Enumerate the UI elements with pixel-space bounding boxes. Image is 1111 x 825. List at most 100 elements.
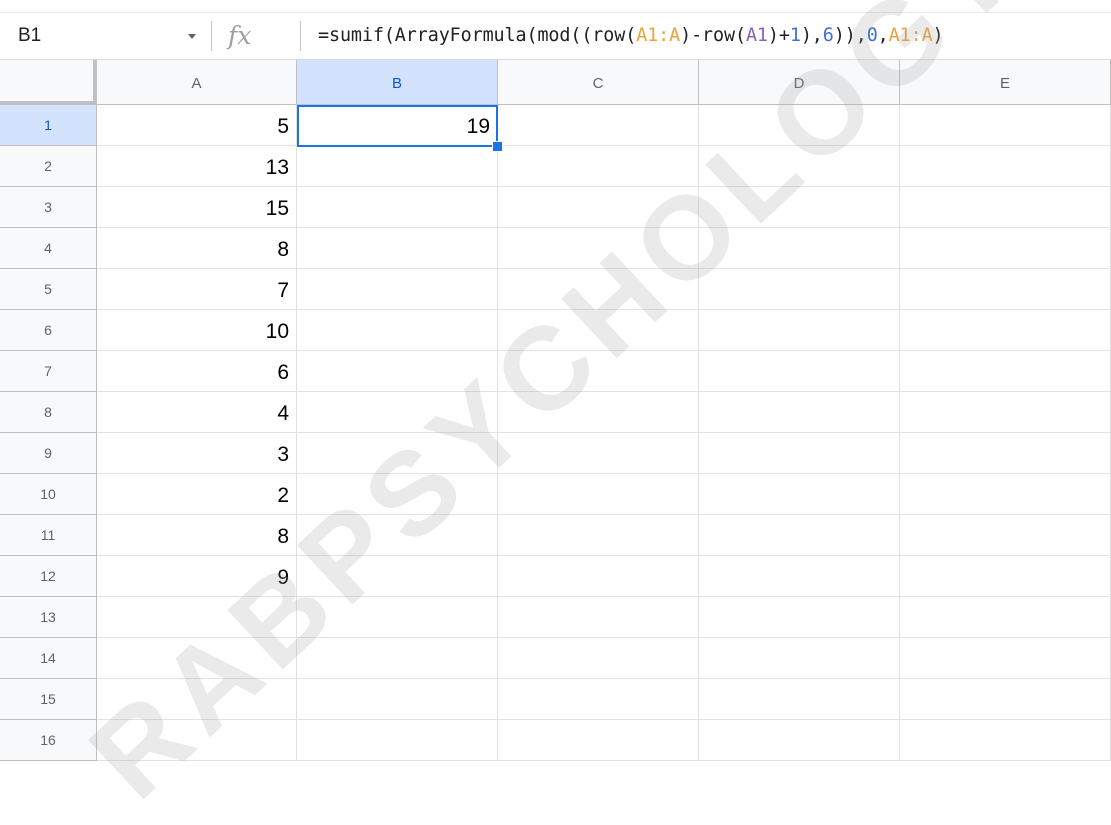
cell-b2[interactable]	[297, 146, 498, 187]
cell-d1[interactable]	[699, 105, 900, 146]
cell-b14[interactable]	[297, 638, 498, 679]
cell-e2[interactable]	[900, 146, 1111, 187]
cell-a10[interactable]: 2	[97, 474, 297, 515]
row-header-6[interactable]: 6	[0, 310, 97, 351]
cell-e14[interactable]	[900, 638, 1111, 679]
cell-d14[interactable]	[699, 638, 900, 679]
cell-d16[interactable]	[699, 720, 900, 761]
cell-c14[interactable]	[498, 638, 699, 679]
cell-d7[interactable]	[699, 351, 900, 392]
name-box[interactable]: B1	[18, 13, 41, 59]
row-header-11[interactable]: 11	[0, 515, 97, 556]
row-header-8[interactable]: 8	[0, 392, 97, 433]
cell-b15[interactable]	[297, 679, 498, 720]
cell-c1[interactable]	[498, 105, 699, 146]
cell-e5[interactable]	[900, 269, 1111, 310]
cell-e4[interactable]	[900, 228, 1111, 269]
cell-a8[interactable]: 4	[97, 392, 297, 433]
cell-e8[interactable]	[900, 392, 1111, 433]
cell-b9[interactable]	[297, 433, 498, 474]
cell-b4[interactable]	[297, 228, 498, 269]
row-header-13[interactable]: 13	[0, 597, 97, 638]
cell-a2[interactable]: 13	[97, 146, 297, 187]
cell-c6[interactable]	[498, 310, 699, 351]
cell-e9[interactable]	[900, 433, 1111, 474]
cell-a3[interactable]: 15	[97, 187, 297, 228]
cell-a13[interactable]	[97, 597, 297, 638]
cell-c2[interactable]	[498, 146, 699, 187]
cell-a7[interactable]: 6	[97, 351, 297, 392]
chevron-down-icon[interactable]	[188, 34, 196, 39]
cell-d12[interactable]	[699, 556, 900, 597]
cell-c13[interactable]	[498, 597, 699, 638]
cell-d15[interactable]	[699, 679, 900, 720]
cell-a5[interactable]: 7	[97, 269, 297, 310]
cell-a15[interactable]	[97, 679, 297, 720]
cell-b7[interactable]	[297, 351, 498, 392]
column-header-d[interactable]: D	[699, 60, 900, 105]
cell-c15[interactable]	[498, 679, 699, 720]
cell-d13[interactable]	[699, 597, 900, 638]
formula-input[interactable]: =sumif(ArrayFormula(mod((row(A1:A)-row(A…	[318, 13, 944, 59]
cell-b10[interactable]	[297, 474, 498, 515]
cell-b8[interactable]	[297, 392, 498, 433]
row-header-3[interactable]: 3	[0, 187, 97, 228]
row-header-2[interactable]: 2	[0, 146, 97, 187]
select-all-corner[interactable]	[0, 60, 97, 105]
cell-b1[interactable]: 19	[297, 105, 498, 146]
cell-c11[interactable]	[498, 515, 699, 556]
cell-d11[interactable]	[699, 515, 900, 556]
cell-d6[interactable]	[699, 310, 900, 351]
row-header-1[interactable]: 1	[0, 105, 97, 146]
cell-b16[interactable]	[297, 720, 498, 761]
cell-d3[interactable]	[699, 187, 900, 228]
fill-handle[interactable]	[492, 141, 503, 152]
cell-c10[interactable]	[498, 474, 699, 515]
cell-b13[interactable]	[297, 597, 498, 638]
cell-c16[interactable]	[498, 720, 699, 761]
column-header-e[interactable]: E	[900, 60, 1111, 105]
cell-e10[interactable]	[900, 474, 1111, 515]
cell-a6[interactable]: 10	[97, 310, 297, 351]
row-header-14[interactable]: 14	[0, 638, 97, 679]
cell-a11[interactable]: 8	[97, 515, 297, 556]
cell-e7[interactable]	[900, 351, 1111, 392]
column-header-a[interactable]: A	[97, 60, 297, 105]
column-header-b[interactable]: B	[297, 60, 498, 105]
row-header-5[interactable]: 5	[0, 269, 97, 310]
cell-d2[interactable]	[699, 146, 900, 187]
cell-c12[interactable]	[498, 556, 699, 597]
cell-c7[interactable]	[498, 351, 699, 392]
cell-b3[interactable]	[297, 187, 498, 228]
cell-a16[interactable]	[97, 720, 297, 761]
cell-a12[interactable]: 9	[97, 556, 297, 597]
row-header-15[interactable]: 15	[0, 679, 97, 720]
cell-e6[interactable]	[900, 310, 1111, 351]
row-header-12[interactable]: 12	[0, 556, 97, 597]
cell-b11[interactable]	[297, 515, 498, 556]
cell-e1[interactable]	[900, 105, 1111, 146]
cell-c5[interactable]	[498, 269, 699, 310]
cell-a9[interactable]: 3	[97, 433, 297, 474]
cell-d4[interactable]	[699, 228, 900, 269]
cell-d5[interactable]	[699, 269, 900, 310]
cell-e16[interactable]	[900, 720, 1111, 761]
cell-a1[interactable]: 5	[97, 105, 297, 146]
cell-b5[interactable]	[297, 269, 498, 310]
cell-c8[interactable]	[498, 392, 699, 433]
cell-d10[interactable]	[699, 474, 900, 515]
row-header-7[interactable]: 7	[0, 351, 97, 392]
row-header-10[interactable]: 10	[0, 474, 97, 515]
cell-e15[interactable]	[900, 679, 1111, 720]
cell-e13[interactable]	[900, 597, 1111, 638]
row-header-16[interactable]: 16	[0, 720, 97, 761]
cell-e3[interactable]	[900, 187, 1111, 228]
cell-c3[interactable]	[498, 187, 699, 228]
cell-a4[interactable]: 8	[97, 228, 297, 269]
cell-d9[interactable]	[699, 433, 900, 474]
row-header-9[interactable]: 9	[0, 433, 97, 474]
cell-a14[interactable]	[97, 638, 297, 679]
column-header-c[interactable]: C	[498, 60, 699, 105]
row-header-4[interactable]: 4	[0, 228, 97, 269]
cell-b6[interactable]	[297, 310, 498, 351]
